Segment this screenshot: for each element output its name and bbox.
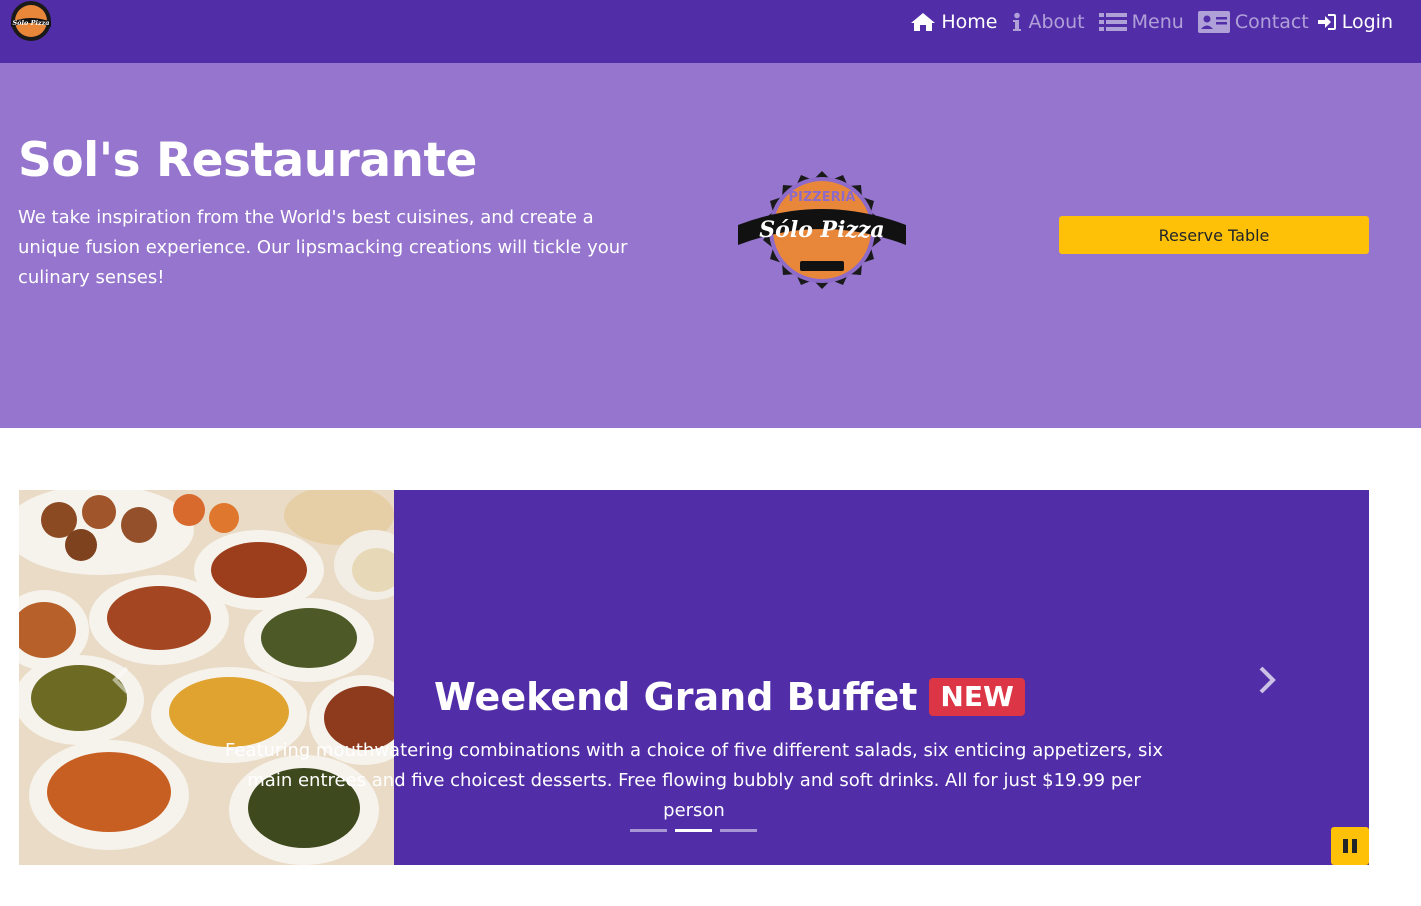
login-link[interactable]: Login	[1317, 11, 1393, 33]
reserve-table-button[interactable]: Reserve Table	[1059, 216, 1369, 254]
pause-icon	[1343, 839, 1348, 853]
sign-in-icon	[1317, 14, 1336, 30]
navbar: Sólo Pizza Home About Menu Contact Login	[0, 0, 1421, 63]
carousel-indicator[interactable]	[675, 829, 712, 832]
info-icon	[1013, 12, 1022, 31]
brand-logo-text: Sólo Pizza	[12, 19, 49, 27]
carousel-pause-button[interactable]	[1331, 827, 1369, 865]
carousel-next-icon[interactable]	[1255, 665, 1279, 695]
nav-item-about[interactable]: About	[1011, 11, 1085, 33]
carousel-prev-icon[interactable]	[109, 665, 133, 695]
nav-label-contact: Contact	[1234, 11, 1309, 33]
logo-top-text: PIZZERIA	[788, 190, 855, 205]
buffet-description: Featuring mouthwatering combinations wit…	[225, 740, 1163, 821]
pause-icon	[1352, 839, 1357, 853]
carousel: Weekend Grand Buffet NEW Featuring mouth…	[19, 490, 1369, 865]
intro-text: We take inspiration from the World's bes…	[18, 207, 628, 288]
nav-item-menu[interactable]: Menu	[1098, 11, 1184, 33]
buffet-title: Weekend Grand Buffet	[434, 675, 918, 719]
page-title: Sol's Restaurante	[18, 133, 477, 188]
new-badge: NEW	[929, 678, 1025, 716]
home-icon	[911, 13, 936, 31]
brand-logo[interactable]: Sólo Pizza	[7, 0, 55, 42]
carousel-caption-title: Weekend Grand Buffet NEW	[434, 675, 1025, 719]
carousel-indicator[interactable]	[720, 829, 757, 832]
jumbotron: Sol's Restaurante We take inspiration fr…	[0, 63, 1421, 428]
restaurant-logo: PIZZERIA Sólo Pizza	[738, 171, 906, 289]
nav-item-contact[interactable]: Contact	[1197, 11, 1309, 33]
nav-label-home: Home	[941, 11, 998, 33]
nav-menu: Home About Menu Contact Login	[896, 0, 1393, 44]
logo-text: Sólo Pizza	[759, 217, 884, 243]
nav-item-home[interactable]: Home	[910, 11, 997, 33]
carousel-indicator[interactable]	[630, 829, 667, 832]
carousel-indicators	[630, 829, 765, 832]
login-label: Login	[1341, 11, 1393, 33]
nav-label-about: About	[1028, 11, 1085, 33]
nav-label-menu: Menu	[1131, 11, 1184, 33]
address-card-icon	[1197, 11, 1230, 33]
list-icon	[1098, 13, 1127, 31]
